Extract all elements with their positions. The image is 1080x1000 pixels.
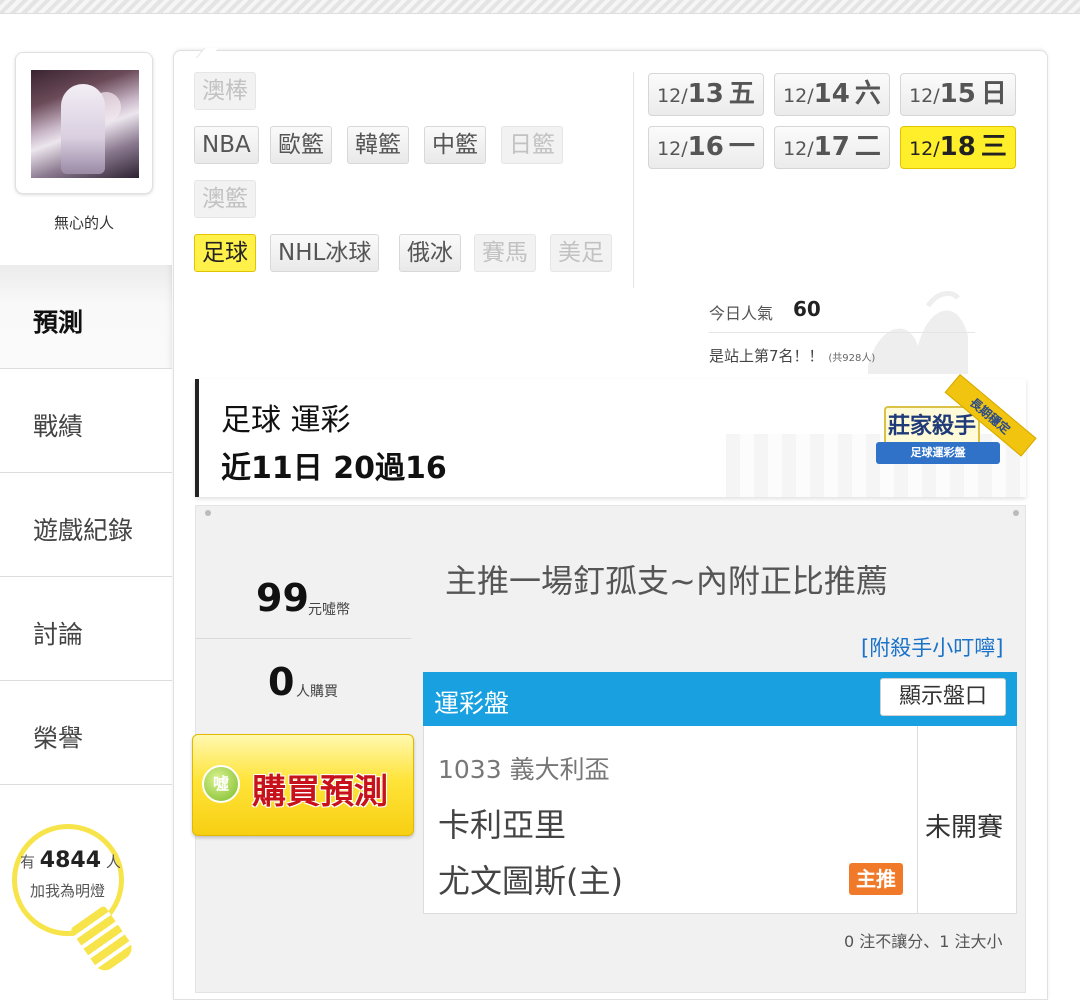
avatar-card[interactable] [15,52,153,194]
date-day: 16 [687,132,724,162]
sport-tab-jp-basketball[interactable]: 日籃 [501,126,563,164]
username[interactable]: 無心的人 [15,212,153,233]
nav-item-label: 戰績 [33,412,84,441]
sport-tab-kr-basketball[interactable]: 韓籃 [347,126,409,164]
date-button[interactable]: 12/15 日 [900,73,1016,116]
sport-tab-au-basketball[interactable]: 澳籃 [194,180,256,218]
date-weekday: 一 [728,132,755,162]
nav-item-predict[interactable]: 預測 [0,265,172,369]
nav-item-label: 預測 [33,308,84,337]
date-button[interactable]: 12/13 五 [648,73,764,116]
game-id: 1033 義大利盃 [438,750,610,786]
killer-tips-link[interactable]: [附殺手小叮嚀] [861,632,1003,662]
sport-tab-american-football[interactable]: 美足 [550,234,612,272]
header-record: 近11日 20過16 [221,451,447,486]
nav-item-game-log[interactable]: 遊戲紀錄 [0,473,172,577]
team-home: 尤文圖斯(主) [438,862,623,900]
game-card-divider [917,726,918,914]
date-weekday: 三 [980,132,1007,162]
date-month: 12/ [909,138,940,160]
sport-tab-au-baseball[interactable]: 澳棒 [194,72,256,110]
date-weekday: 五 [728,79,755,109]
popularity-label: 今日人氣 [709,304,774,323]
nav-item-label: 榮譽 [33,724,84,753]
date-day: 14 [813,79,850,109]
date-day: 13 [687,79,724,109]
rank-main: 是站上第7名！！ [709,347,824,365]
price-unit: 元噓幣 [308,602,350,618]
date-month: 12/ [783,85,814,107]
avatar [31,70,139,178]
date-button[interactable]: 12/17 二 [774,126,890,169]
sport-tab-euro-basketball[interactable]: 歐籃 [270,126,332,164]
pin-icon [1013,510,1019,516]
team-away: 卡利亞里 [438,806,567,844]
sport-tab-soccer[interactable]: 足球 [194,234,256,272]
rank-text: 是站上第7名！！ (共928人) [709,345,875,366]
nav-item-record[interactable]: 戰績 [0,369,172,473]
nav-item-label: 遊戲紀錄 [33,516,134,545]
sport-tab-cn-basketball[interactable]: 中籃 [424,126,486,164]
date-button[interactable]: 12/14 六 [774,73,890,116]
fan-unit: 人 [105,853,121,871]
buyer-unit: 人購買 [296,684,338,700]
date-weekday: 日 [980,79,1007,109]
sport-tab-nba[interactable]: NBA [194,126,259,164]
prediction-title: 主推一場釘孤支~內附正比推薦 [445,562,888,600]
game-number: 1033 [438,755,502,784]
date-month: 12/ [909,85,940,107]
game-league: 義大利盃 [509,755,610,784]
date-month: 12/ [657,138,688,160]
price-divider [195,638,411,639]
sport-tab-russian-hockey[interactable]: 俄冰 [399,234,461,272]
sport-tab-nhl[interactable]: NHL冰球 [270,234,380,272]
fan-prefix: 有 [20,853,36,871]
date-button-selected[interactable]: 12/18 三 [900,126,1016,169]
top-decorative-band [0,0,1080,14]
date-weekday: 二 [854,132,881,162]
market-label: 運彩盤 [434,689,510,718]
fan-count: 有 4844 人 [20,848,121,873]
popularity-divider [709,332,975,333]
filter-divider [633,72,634,288]
header-category: 足球 運彩 [221,403,351,438]
date-month: 12/ [657,85,688,107]
rank-note: (共928人) [828,353,876,364]
badge-subtitle: 足球運彩盤 [876,442,1000,464]
nav-item-honor[interactable]: 榮譽 [0,681,172,785]
sport-tab-horse-racing[interactable]: 賽馬 [474,234,536,272]
buyer-count: 0 [268,660,295,704]
pin-icon [205,510,211,516]
date-day: 17 [813,132,850,162]
nav-item-label: 討論 [33,620,84,649]
date-button[interactable]: 12/16 一 [648,126,764,169]
game-status: 未開賽 [925,813,1004,843]
popularity-value: 60 [793,297,821,321]
follow-link[interactable]: 加我為明燈 [30,880,105,901]
bet-summary: 0 注不讓分、1 注大小 [844,932,1003,951]
decorative-swirl-icon [868,291,968,374]
main-pick-tag: 主推 [849,863,903,895]
buy-prediction-label[interactable]: 購買預測 [252,764,388,813]
show-odds-button[interactable]: 顯示盤口 [880,678,1006,716]
coin-icon: 噓 [202,765,240,803]
price-value: 99 [256,576,309,620]
avatar-figure-shape [61,84,105,174]
date-month: 12/ [783,138,814,160]
date-weekday: 六 [854,79,881,109]
fan-count-number: 4844 [39,848,102,873]
date-day: 15 [939,79,976,109]
date-day: 18 [939,132,976,162]
nav-item-discussion[interactable]: 討論 [0,577,172,681]
